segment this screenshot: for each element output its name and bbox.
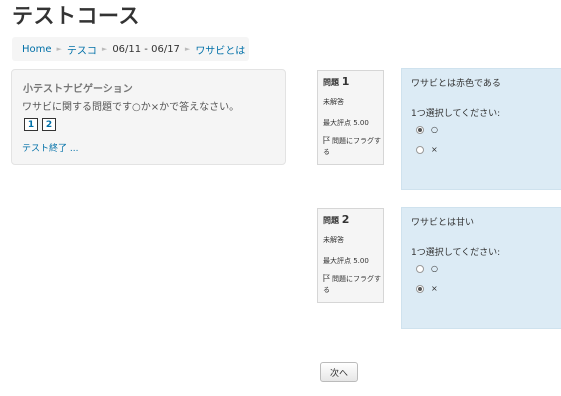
finish-attempt-link[interactable]: テスト終了 ... <box>22 141 78 154</box>
flag-icon <box>323 136 330 144</box>
radio-button[interactable] <box>416 145 424 154</box>
answer-option-label: × <box>431 284 438 293</box>
answer-option-label: × <box>431 145 438 154</box>
answer-option-label: ○ <box>431 264 438 273</box>
next-button[interactable]: 次へ <box>320 362 358 382</box>
question-grade: 最大評点 5.00 <box>323 257 369 265</box>
breadcrumb-course-link[interactable]: テスコ <box>67 42 97 57</box>
answer-option-1[interactable]: ○ <box>416 264 438 273</box>
question-1-content: ワサビとは赤色である 1つ選択してください: ○ × <box>401 68 561 190</box>
question-number-value: 2 <box>341 213 350 226</box>
flag-question-label: 問題にフラグする <box>323 137 381 156</box>
flag-question-label: 問題にフラグする <box>323 275 381 294</box>
breadcrumb-quiz-link[interactable]: ワサビとは <box>195 42 245 57</box>
answer-option-1[interactable]: ○ <box>416 125 438 134</box>
question-state: 未解答 <box>323 98 344 106</box>
quiz-navigation-description: ワサビに関する問題です○か×かで答えなさい。 <box>22 102 240 113</box>
answer-option-2[interactable]: × <box>416 284 438 293</box>
question-2-info: 問題 2 未解答 最大評点 5.00 問題にフラグする <box>317 208 384 303</box>
question-number: 問題 1 <box>323 75 349 88</box>
radio-button[interactable] <box>416 125 424 134</box>
question-label: 問題 <box>323 78 339 87</box>
page-title: テストコース <box>12 4 140 28</box>
answer-option-label: ○ <box>431 125 438 134</box>
answer-prompt: 1つ選択してください: <box>411 248 501 258</box>
flag-question-link[interactable]: 問題にフラグする <box>323 136 383 158</box>
question-state: 未解答 <box>323 236 344 244</box>
question-nav-buttons: 1 2 <box>24 118 56 131</box>
answer-prompt: 1つ選択してください: <box>411 109 501 119</box>
flag-question-link[interactable]: 問題にフラグする <box>323 274 383 296</box>
question-number: 問題 2 <box>323 213 349 226</box>
question-nav-button-1[interactable]: 1 <box>24 118 38 131</box>
question-text: ワサビとは赤色である <box>411 79 501 89</box>
question-number-value: 1 <box>341 75 350 88</box>
question-grade: 最大評点 5.00 <box>323 119 369 127</box>
question-text: ワサビとは甘い <box>411 218 475 228</box>
radio-button[interactable] <box>416 264 424 273</box>
flag-icon <box>323 274 330 282</box>
quiz-navigation-title: 小テストナビゲーション <box>23 84 133 95</box>
breadcrumb-separator: ► <box>101 45 108 53</box>
question-1-info: 問題 1 未解答 最大評点 5.00 問題にフラグする <box>317 70 384 165</box>
quiz-navigation-block: 小テストナビゲーション ワサビに関する問題です○か×かで答えなさい。 1 2 テ… <box>11 69 286 165</box>
answer-option-2[interactable]: × <box>416 145 438 154</box>
radio-button[interactable] <box>416 284 424 293</box>
breadcrumb: Home ► テスコ ► 06/11 - 06/17 ► ワサビとは <box>12 37 249 61</box>
question-2-content: ワサビとは甘い 1つ選択してください: ○ × <box>401 207 561 329</box>
question-nav-button-2[interactable]: 2 <box>42 118 56 131</box>
breadcrumb-section: 06/11 - 06/17 <box>112 43 180 55</box>
breadcrumb-home-link[interactable]: Home <box>22 44 52 55</box>
breadcrumb-separator: ► <box>56 45 62 53</box>
question-label: 問題 <box>323 216 339 225</box>
breadcrumb-separator: ► <box>184 45 191 53</box>
